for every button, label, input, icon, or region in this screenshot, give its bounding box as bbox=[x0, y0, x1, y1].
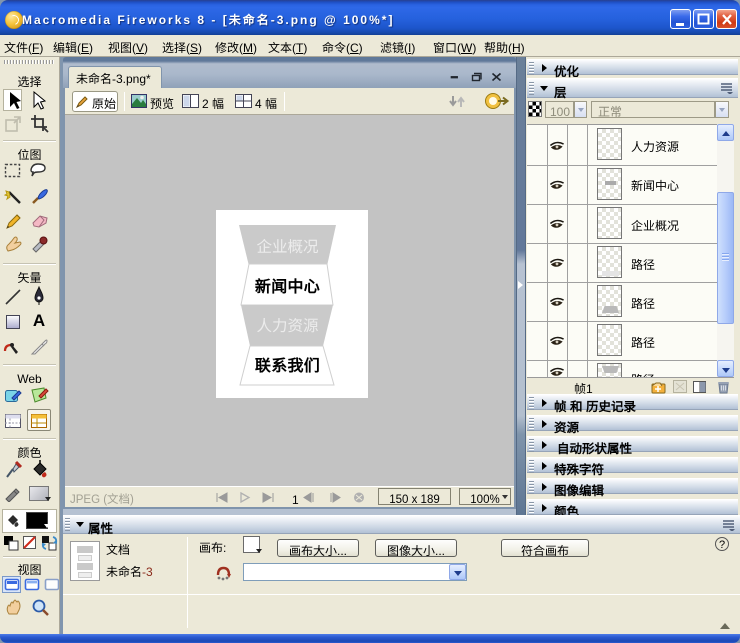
svg-text:联系我们: 联系我们 bbox=[255, 352, 320, 376]
svg-text:新闻中心: 新闻中心 bbox=[255, 273, 320, 297]
svg-text:企业概况: 企业概况 bbox=[256, 235, 318, 257]
svg-text:人力资源: 人力资源 bbox=[256, 314, 318, 336]
